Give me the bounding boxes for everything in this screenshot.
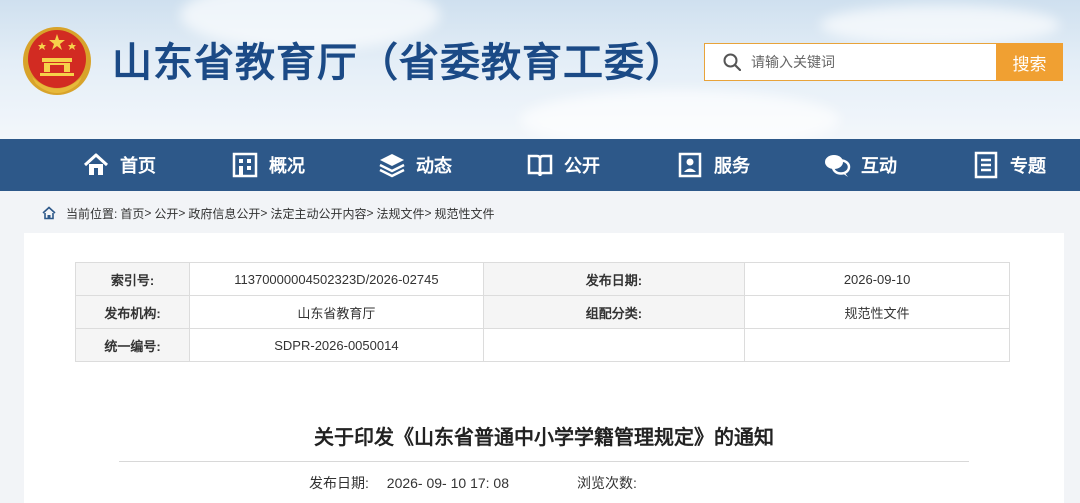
header-cloud [520, 90, 840, 139]
site-title[interactable]: 山东省教育厅（省委教育工委） [112, 30, 686, 88]
building-icon [232, 152, 258, 178]
nav-label: 首页 [120, 156, 156, 177]
breadcrumb-separator: > [178, 206, 186, 220]
publish-label: 发布日期: [309, 475, 369, 491]
site-header: 山东省教育厅（省委教育工委） 搜索 [0, 0, 1080, 139]
home-icon [42, 206, 56, 220]
category-label: 组配分类: [482, 295, 746, 329]
chat-icon [825, 155, 851, 177]
nav-item-home[interactable]: 首页 [82, 139, 156, 191]
book-icon [527, 154, 553, 177]
table-row: 发布机构: 山东省教育厅 组配分类: 规范性文件 [74, 295, 1010, 329]
search-box [704, 43, 996, 81]
article-title: 关于印发《山东省普通中小学学籍管理规定》的通知 [314, 425, 774, 449]
nav-item-service[interactable]: 服务 [676, 139, 750, 191]
nav-item-topics[interactable]: 专题 [972, 139, 1046, 191]
nav-label: 公开 [564, 156, 600, 177]
breadcrumb-prefix: 当前位置: [66, 206, 118, 221]
code-label: 统一编号: [74, 328, 191, 362]
empty-cell [744, 328, 1010, 362]
search-button[interactable]: 搜索 [996, 43, 1063, 81]
stack-icon [379, 154, 405, 178]
view-count: 浏览次数: [577, 473, 637, 493]
publish-value: 2026- 09- 10 17: 08 [386, 475, 509, 491]
publish-date: 发布日期: 2026- 09- 10 17: 08 [309, 473, 509, 493]
home-icon [83, 153, 109, 175]
breadcrumb-link[interactable]: 公开 [154, 205, 178, 222]
breadcrumb-link[interactable]: 法定主动公开内容 [270, 205, 366, 222]
table-row: 统一编号: SDPR-2026-0050014 [74, 328, 1010, 362]
table-row: 索引号: 11370000004502323D/2026-02745 发布日期:… [74, 262, 1010, 296]
breadcrumb: 当前位置: 首页 > 公开 > 政府信息公开 > 法定主动公开内容 > 法规文件… [24, 200, 1064, 226]
empty-cell [482, 328, 746, 362]
nav-label: 动态 [416, 156, 452, 177]
national-emblem-icon [23, 27, 91, 95]
search-icon [723, 53, 741, 71]
breadcrumb-link[interactable]: 首页 [120, 205, 144, 222]
org-label: 发布机构: [74, 295, 191, 329]
nav-item-interact[interactable]: 互动 [823, 139, 897, 191]
index-label: 索引号: [74, 262, 191, 296]
content-panel: 索引号: 11370000004502323D/2026-02745 发布日期:… [24, 233, 1064, 503]
service-icon [678, 152, 702, 178]
code-value: SDPR-2026-0050014 [189, 328, 484, 362]
category-value: 规范性文件 [744, 295, 1010, 329]
breadcrumb-separator: > [424, 206, 432, 220]
nav-label: 服务 [714, 156, 750, 177]
nav-item-overview[interactable]: 概况 [231, 139, 305, 191]
breadcrumb-link[interactable]: 规范性文件 [435, 205, 495, 222]
search-input[interactable] [751, 54, 971, 70]
document-icon [974, 151, 998, 179]
breadcrumb-separator: > [366, 206, 374, 220]
breadcrumb-separator: > [260, 206, 268, 220]
breadcrumb-separator: > [144, 206, 152, 220]
divider [119, 461, 969, 462]
nav-label: 专题 [1010, 156, 1046, 177]
breadcrumb-link[interactable]: 政府信息公开 [188, 205, 260, 222]
org-value: 山东省教育厅 [189, 295, 484, 329]
nav-label: 互动 [861, 156, 897, 177]
header-cloud [820, 5, 1060, 45]
main-nav: 首页 概况 动态 公开 服务 互动 专题 [0, 139, 1080, 191]
nav-item-public[interactable]: 公开 [526, 139, 600, 191]
nav-item-news[interactable]: 动态 [378, 139, 452, 191]
date-label: 发布日期: [482, 262, 746, 296]
index-value: 11370000004502323D/2026-02745 [189, 262, 484, 296]
nav-label: 概况 [269, 156, 305, 177]
views-label: 浏览次数: [577, 475, 637, 491]
breadcrumb-link[interactable]: 法规文件 [376, 205, 424, 222]
date-value: 2026-09-10 [744, 262, 1010, 296]
document-meta-table: 索引号: 11370000004502323D/2026-02745 发布日期:… [74, 262, 1010, 362]
